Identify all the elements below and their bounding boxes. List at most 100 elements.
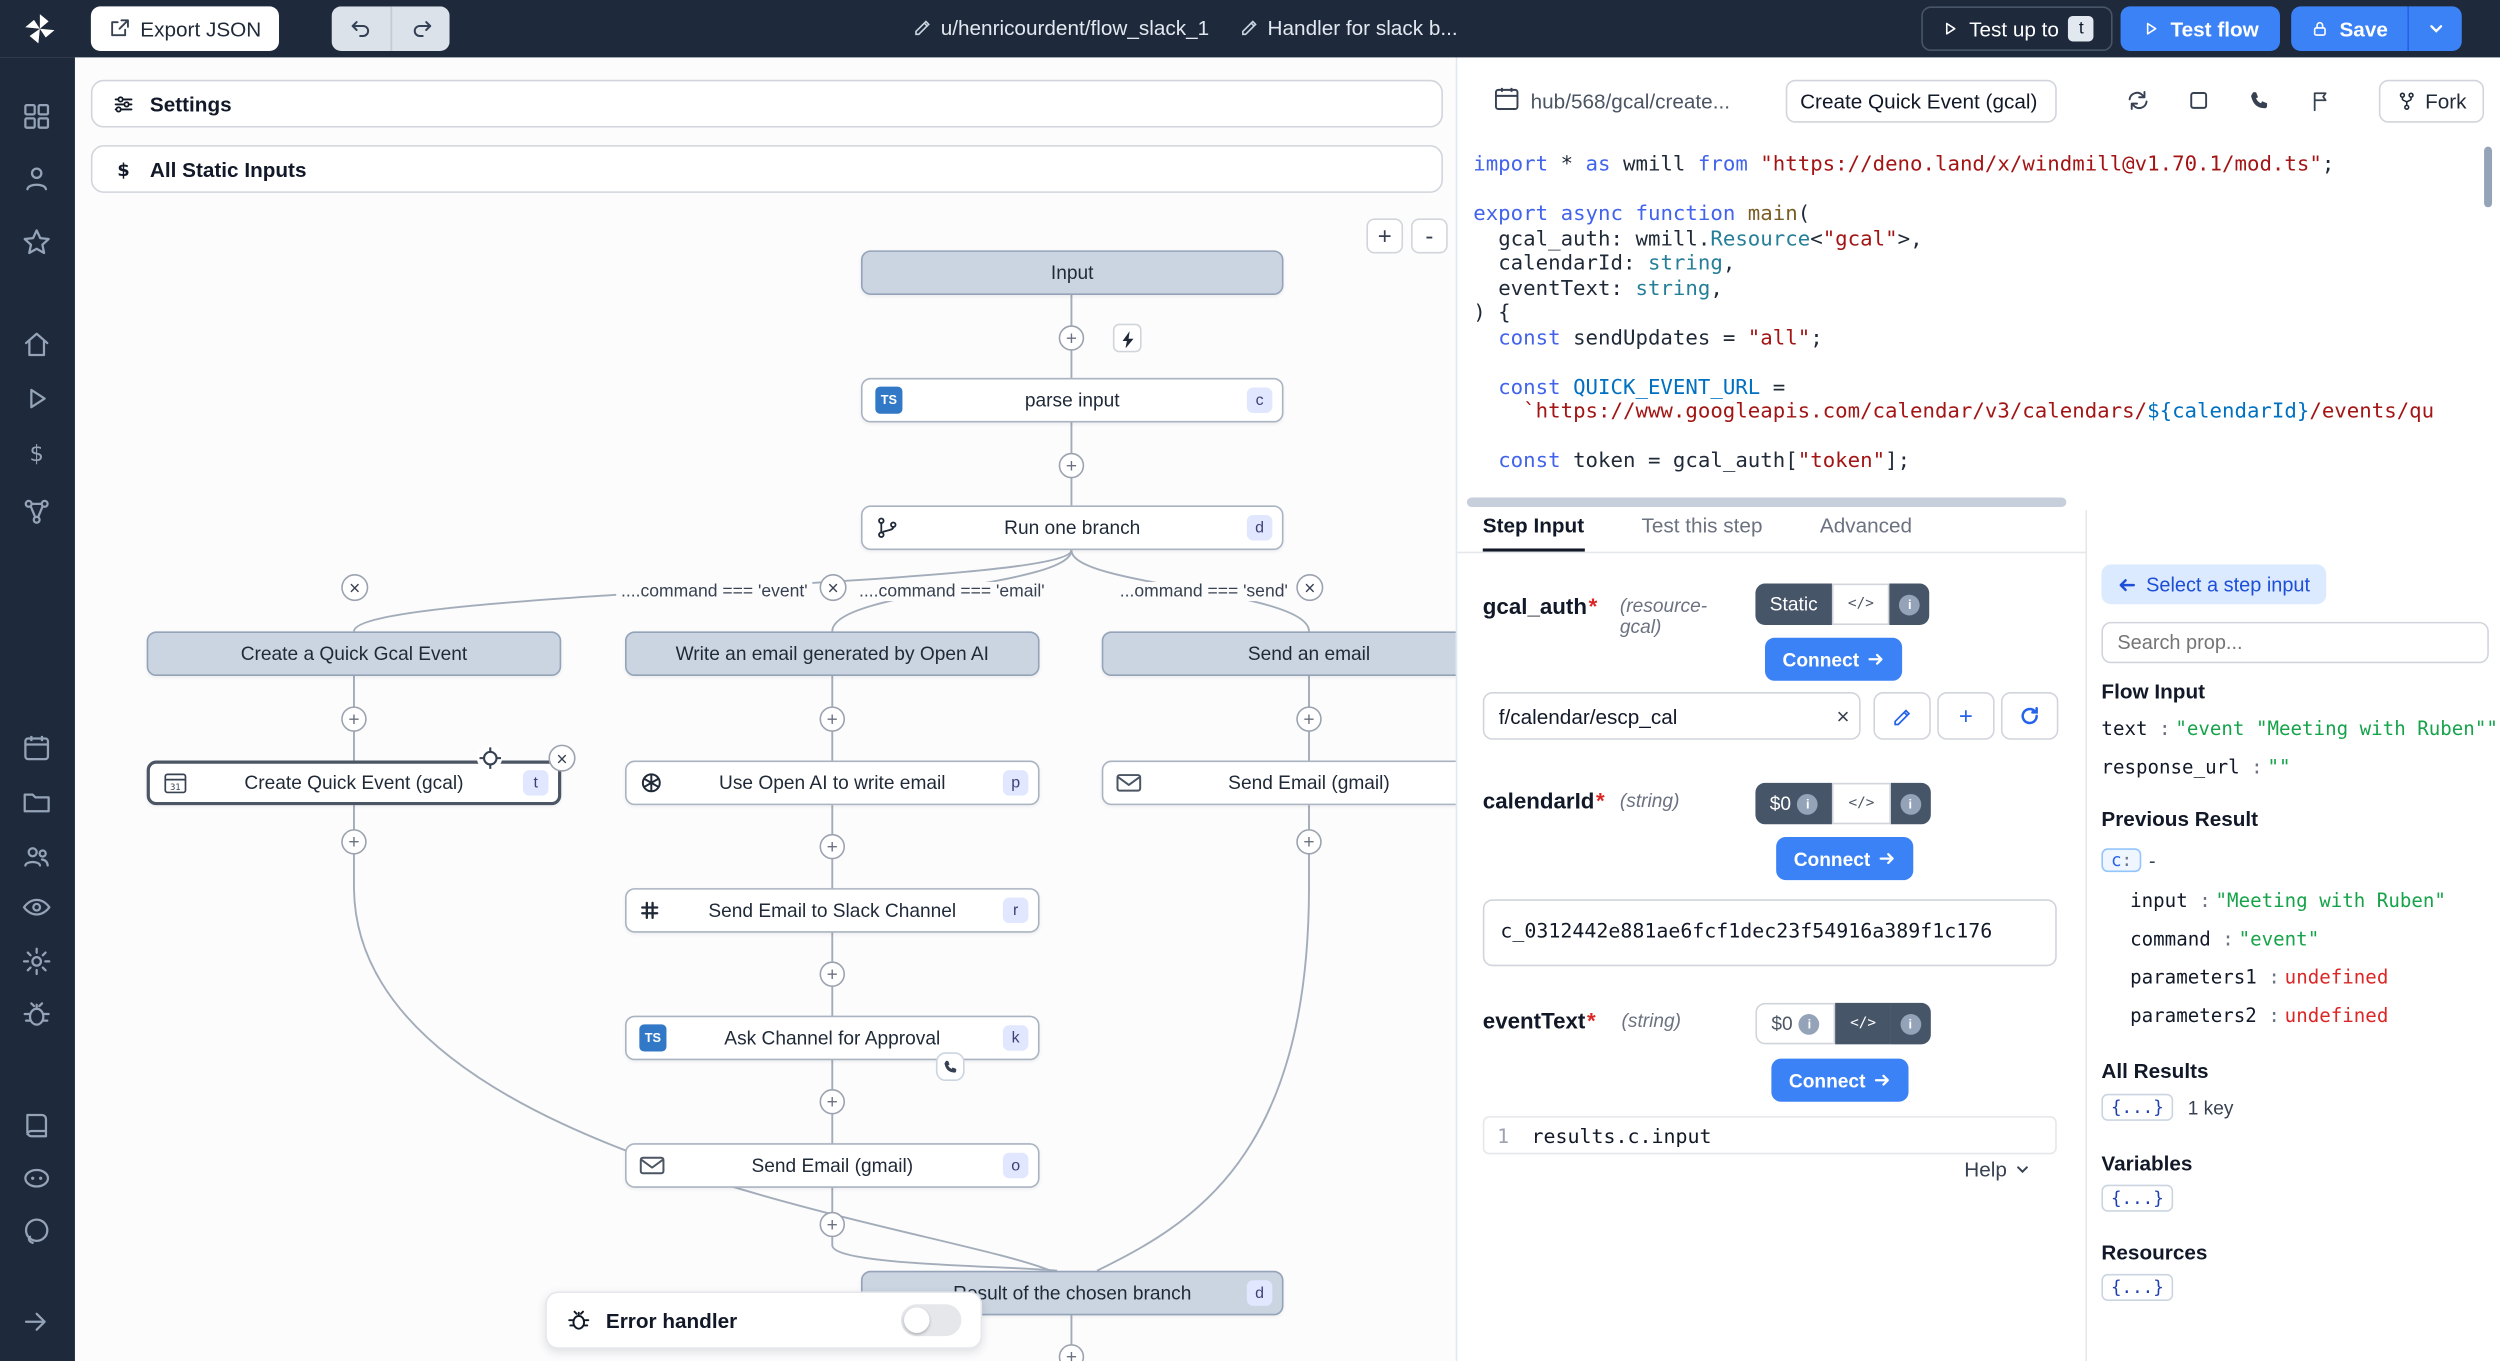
groups-users-icon[interactable] bbox=[21, 840, 53, 872]
home-icon[interactable] bbox=[21, 328, 53, 360]
branch-header-send-email[interactable]: Send an email bbox=[1102, 631, 1456, 676]
edit-path-icon[interactable] bbox=[914, 18, 933, 37]
hub-path[interactable]: hub/568/gcal/create... bbox=[1531, 89, 1780, 113]
apps-grid-icon[interactable] bbox=[21, 100, 53, 132]
code-mode-button[interactable] bbox=[1833, 783, 1891, 824]
save-button[interactable]: Save bbox=[2291, 6, 2407, 51]
tab-test-this-step[interactable]: Test this step bbox=[1642, 513, 1763, 551]
expand-sidebar-icon[interactable] bbox=[21, 1306, 53, 1338]
discord-icon[interactable] bbox=[21, 1162, 53, 1194]
hub-graph-icon[interactable] bbox=[21, 496, 53, 528]
step-node-gmail-2[interactable]: Send Email (gmail) bbox=[1102, 761, 1456, 806]
select-step-input-button[interactable]: Select a step input bbox=[2101, 564, 2326, 604]
insert-step-button[interactable] bbox=[820, 834, 846, 860]
prop-row[interactable]: text "event "Meeting with Ruben"" bbox=[2101, 717, 2497, 739]
star-icon[interactable] bbox=[21, 226, 53, 258]
schedules-calendar-icon[interactable] bbox=[21, 732, 53, 764]
zoom-in-button[interactable]: + bbox=[1366, 218, 1403, 253]
info-icon[interactable] bbox=[1890, 1003, 1930, 1044]
step-node-parse-input[interactable]: parse input c bbox=[861, 378, 1284, 423]
refresh-resource-button[interactable] bbox=[2001, 692, 2058, 740]
insert-step-button[interactable] bbox=[1296, 829, 1322, 855]
prop-row[interactable]: input "Meeting with Ruben" bbox=[2130, 890, 2446, 912]
help-link[interactable]: Help bbox=[1964, 1158, 2031, 1182]
insert-step-button[interactable] bbox=[820, 1089, 846, 1115]
step-node-gmail[interactable]: Send Email (gmail) o bbox=[625, 1143, 1040, 1188]
delete-branch-button[interactable] bbox=[820, 574, 847, 601]
undo-button[interactable] bbox=[332, 6, 391, 51]
static-value-pill[interactable]: $0 bbox=[1755, 1003, 1835, 1044]
tab-step-input[interactable]: Step Input bbox=[1483, 513, 1584, 551]
object-chip[interactable]: {...} bbox=[2101, 1094, 2173, 1121]
insert-step-button[interactable] bbox=[820, 706, 846, 732]
resource-path-input[interactable] bbox=[1483, 692, 1861, 740]
object-chip[interactable]: {...} bbox=[2101, 1274, 2173, 1301]
vertical-scrollbar[interactable] bbox=[2484, 147, 2492, 208]
move-step-handle[interactable] bbox=[477, 745, 503, 771]
test-flow-button[interactable]: Test flow bbox=[2121, 6, 2280, 51]
calendar-id-value-editor[interactable]: c_0312442e881ae6fcf1dec23f54916a389f1c17… bbox=[1483, 899, 2057, 966]
prop-row[interactable]: parameters1 undefined bbox=[2130, 966, 2388, 988]
branch-header-gcal[interactable]: Create a Quick Gcal Event bbox=[147, 631, 562, 676]
insert-step-button[interactable] bbox=[820, 961, 846, 987]
export-json-button[interactable]: Export JSON bbox=[91, 6, 279, 51]
connect-button[interactable]: Connect bbox=[1776, 837, 1913, 880]
prop-row[interactable]: c - bbox=[2101, 848, 2158, 872]
insert-step-button[interactable] bbox=[1296, 706, 1322, 732]
flow-input-node[interactable]: Input bbox=[861, 250, 1284, 295]
branch-header-openai[interactable]: Write an email generated by Open AI bbox=[625, 631, 1040, 676]
step-node-slack[interactable]: Send Email to Slack Channel r bbox=[625, 888, 1040, 933]
insert-step-button[interactable] bbox=[820, 1212, 846, 1238]
info-icon[interactable] bbox=[1890, 584, 1930, 625]
horizontal-scrollbar[interactable] bbox=[1467, 497, 2066, 507]
object-chip[interactable]: {...} bbox=[2101, 1185, 2173, 1212]
search-prop-input[interactable] bbox=[2101, 622, 2488, 663]
add-resource-button[interactable]: + bbox=[1937, 692, 1994, 740]
user-icon[interactable] bbox=[21, 163, 53, 195]
code-mode-button[interactable] bbox=[1836, 1003, 1891, 1044]
delete-branch-button[interactable] bbox=[341, 574, 368, 601]
flow-settings-bar[interactable]: Settings bbox=[91, 80, 1443, 128]
insert-step-button[interactable] bbox=[1059, 453, 1085, 479]
static-inputs-bar[interactable]: $ All Static Inputs bbox=[91, 145, 1443, 193]
suspend-phone-icon[interactable] bbox=[936, 1052, 965, 1081]
event-text-expression-editor[interactable]: 1 results.c.input bbox=[1483, 1116, 2057, 1154]
audit-eye-icon[interactable] bbox=[21, 891, 53, 923]
step-node-openai[interactable]: Use Open AI to write email p bbox=[625, 761, 1040, 806]
settings-gear-icon[interactable] bbox=[21, 945, 53, 977]
fork-button[interactable]: Fork bbox=[2379, 80, 2484, 123]
edit-resource-button[interactable] bbox=[1873, 692, 1930, 740]
step-name-input[interactable] bbox=[1786, 80, 2057, 123]
flag-icon[interactable] bbox=[2302, 83, 2337, 118]
windmill-logo[interactable] bbox=[22, 11, 57, 46]
redo-button[interactable] bbox=[391, 6, 450, 51]
connect-button[interactable]: Connect bbox=[1771, 1059, 1908, 1102]
clear-resource-icon[interactable] bbox=[1836, 703, 1849, 729]
tab-advanced[interactable]: Advanced bbox=[1820, 513, 1912, 551]
connect-button[interactable]: Connect bbox=[1765, 638, 1902, 681]
edit-summary-icon[interactable] bbox=[1240, 18, 1259, 37]
all-results-row[interactable]: {...} 1 key bbox=[2101, 1094, 2233, 1121]
save-more-button[interactable] bbox=[2408, 6, 2462, 51]
delete-step-button[interactable] bbox=[548, 745, 575, 772]
resources-row[interactable]: {...} bbox=[2101, 1274, 2173, 1301]
step-id-chip[interactable]: c bbox=[2101, 848, 2141, 872]
static-value-pill[interactable]: $0 bbox=[1755, 783, 1832, 824]
insert-step-button[interactable] bbox=[341, 829, 367, 855]
code-mode-button[interactable] bbox=[1832, 584, 1890, 625]
insert-step-button[interactable] bbox=[341, 706, 367, 732]
static-mode-button[interactable]: Static bbox=[1755, 584, 1832, 625]
flow-summary[interactable]: Handler for slack b... bbox=[1268, 16, 1458, 40]
step-node-approval[interactable]: Ask Channel for Approval k bbox=[625, 1016, 1040, 1061]
flow-path[interactable]: u/henricourdent/flow_slack_1 bbox=[941, 16, 1209, 40]
phone-icon[interactable] bbox=[2242, 83, 2277, 118]
folders-icon[interactable] bbox=[21, 786, 53, 818]
step-node-run-one-branch[interactable]: Run one branch d bbox=[861, 505, 1284, 550]
variables-dollar-icon[interactable]: $ bbox=[21, 438, 53, 470]
sync-icon[interactable] bbox=[2121, 83, 2156, 118]
flow-canvas[interactable]: Settings $ All Static Inputs + - Input p… bbox=[75, 57, 1456, 1361]
prop-row[interactable]: command "event" bbox=[2130, 928, 2319, 950]
runs-play-icon[interactable] bbox=[21, 383, 53, 415]
test-up-to-button[interactable]: Test up to t bbox=[1921, 6, 2113, 51]
trigger-bolt-button[interactable] bbox=[1113, 324, 1142, 353]
